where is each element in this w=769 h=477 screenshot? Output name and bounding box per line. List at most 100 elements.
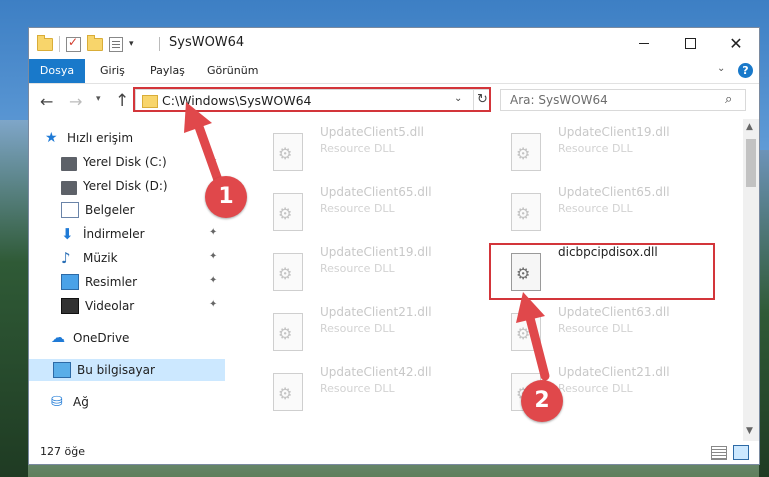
dll-file-icon [511,133,541,171]
vertical-scrollbar[interactable]: ▲ ▼ [743,119,759,441]
sidebar-item-videos[interactable]: Videolar ✦ [29,295,225,317]
file-item[interactable]: UpdateClient65.dll Resource DLL [487,185,717,245]
sidebar-item-downloads[interactable]: ⬇ İndirmeler ✦ [29,223,225,245]
file-item[interactable]: UpdateClient19.dll Resource DLL [249,245,479,305]
desktop-background-right [759,150,769,477]
scroll-up-icon[interactable]: ▲ [746,122,753,132]
sidebar-item-network[interactable]: ⛁ Ağ [29,391,225,413]
maximize-icon [684,37,696,49]
star-icon: ★ [45,130,58,146]
sidebar-item-disk-d[interactable]: Yerel Disk (D:) ✦ [29,175,225,197]
file-list: UpdateClient5.dll Resource DLL UpdateCli… [225,119,743,441]
explorer-window: ▾ SysWOW64 ✕ Dosya Giriş Paylaş Görünüm … [28,27,760,465]
chevron-down-icon[interactable]: ▾ [129,39,134,49]
sidebar-item-label: Hızlı erişim [67,131,134,145]
file-item[interactable]: UpdateClient5.dll Resource DLL [249,125,479,185]
scroll-down-icon[interactable]: ▼ [746,426,753,436]
file-type: Resource DLL [558,202,633,215]
pin-icon[interactable]: ✦ [209,275,217,286]
file-name: UpdateClient63.dll [558,305,670,319]
customize-qat-icon[interactable] [109,36,123,52]
search-input[interactable]: Ara: SysWOW64 ⌕ [500,89,746,111]
tab-home[interactable]: Giriş [100,59,125,83]
title-divider [159,37,160,51]
navigation-bar: ← → ▾ ↑ C:\Windows\SysWOW64 ⌄ ↻ Ara: Sys… [29,84,759,118]
sidebar-item-this-pc[interactable]: Bu bilgisayar [29,359,225,381]
tab-file[interactable]: Dosya [29,59,85,83]
sidebar-item-documents[interactable]: Belgeler ✦ [29,199,225,221]
item-count: 127 öğe [40,445,85,458]
close-button[interactable]: ✕ [713,28,759,58]
sidebar-item-label: Belgeler [85,203,135,217]
pin-icon[interactable]: ✦ [209,227,217,238]
dll-file-icon [511,193,541,231]
drive-icon [61,157,77,171]
sidebar-item-quick-access[interactable]: ★ Hızlı erişim [29,127,225,149]
pictures-icon [61,274,79,290]
status-bar: 127 öğe [29,441,759,464]
dll-file-icon [273,373,303,411]
sidebar-item-music[interactable]: ♪ Müzik ✦ [29,247,225,269]
sidebar-item-label: Yerel Disk (D:) [83,179,168,193]
pin-icon[interactable]: ✦ [209,299,217,310]
scroll-thumb[interactable] [746,139,756,187]
network-icon: ⛁ [51,394,63,410]
desktop-background-left [0,120,28,477]
dll-file-icon [273,313,303,351]
minimize-button[interactable] [621,28,667,58]
sidebar-item-label: Bu bilgisayar [77,363,155,377]
file-type: Resource DLL [320,262,395,275]
address-highlight-box [133,87,491,112]
new-folder-icon[interactable] [87,34,103,51]
file-item[interactable]: UpdateClient42.dll Resource DLL [249,365,479,425]
file-name: UpdateClient5.dll [320,125,424,139]
back-arrow-icon[interactable]: ← [40,92,53,111]
file-item[interactable]: UpdateClient63.dll Resource DLL [487,305,717,365]
file-type: Resource DLL [320,382,395,395]
sidebar-item-label: OneDrive [73,331,130,345]
file-name: UpdateClient19.dll [558,125,670,139]
details-view-icon[interactable] [711,446,727,460]
tab-view[interactable]: Görünüm [207,59,258,83]
file-type: Resource DLL [558,382,633,395]
close-icon: ✕ [729,33,743,53]
maximize-button[interactable] [667,28,713,58]
up-arrow-icon[interactable]: ↑ [115,91,129,111]
expand-ribbon-icon[interactable]: ⌄ [717,63,725,74]
sidebar-item-label: İndirmeler [83,227,145,241]
dll-file-icon [273,193,303,231]
file-highlight-box [489,243,715,300]
videos-icon [61,298,79,314]
dll-file-icon [273,253,303,291]
step-marker-1: 1 [205,176,247,218]
pin-icon[interactable]: ✦ [209,251,217,262]
sidebar-item-disk-c[interactable]: Yerel Disk (C:) ✦ [29,151,225,173]
file-item[interactable]: UpdateClient21.dll Resource DLL [249,305,479,365]
properties-check-icon[interactable] [66,35,81,52]
window-title: SysWOW64 [169,35,245,50]
forward-arrow-icon[interactable]: → [69,92,82,111]
tab-share[interactable]: Paylaş [150,59,185,83]
large-icons-view-icon[interactable] [733,445,749,460]
sidebar-item-label: Resimler [85,275,138,289]
search-icon[interactable]: ⌕ [725,92,732,107]
dll-file-icon [511,313,541,351]
sidebar-item-pictures[interactable]: Resimler ✦ [29,271,225,293]
music-icon: ♪ [61,249,71,267]
sidebar-item-label: Videolar [85,299,135,313]
sidebar-item-label: Ağ [73,395,89,409]
file-item[interactable]: UpdateClient19.dll Resource DLL [487,125,717,185]
file-item[interactable]: UpdateClient65.dll Resource DLL [249,185,479,245]
ribbon-tabs: Dosya Giriş Paylaş Görünüm ⌄ ? [29,59,759,84]
help-button[interactable]: ? [738,63,753,78]
pin-icon[interactable]: ✦ [209,155,217,166]
recent-locations-icon[interactable]: ▾ [96,94,101,104]
file-type: Resource DLL [320,202,395,215]
sidebar-item-onedrive[interactable]: ☁ OneDrive [29,327,225,349]
documents-icon [61,202,79,218]
computer-icon [53,362,71,378]
toolbar-divider [59,36,60,52]
download-icon: ⬇ [61,225,74,243]
cloud-icon: ☁ [51,330,65,346]
file-type: Resource DLL [320,322,395,335]
